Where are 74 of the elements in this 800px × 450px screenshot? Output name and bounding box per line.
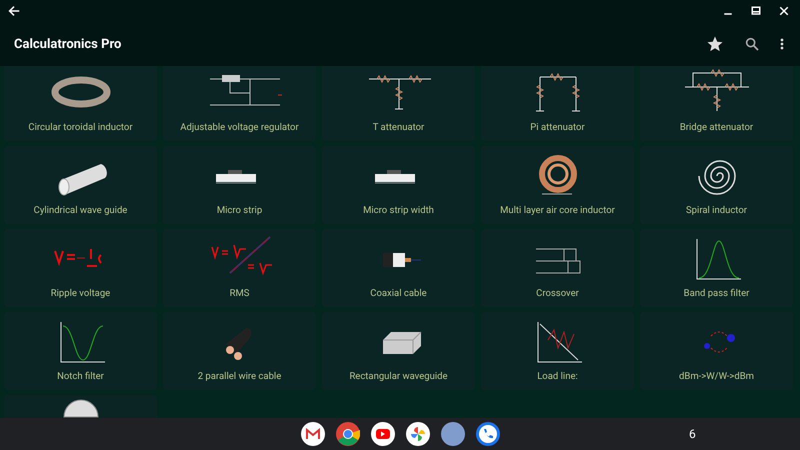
search-icon[interactable] (744, 36, 760, 52)
microstrip-drawing (374, 170, 415, 184)
calculator-tile[interactable]: dBm->W/W->dBm (640, 312, 793, 390)
app-title: Calculatronics Pro (14, 36, 122, 52)
conversion-arrows-drawing (704, 332, 734, 352)
tile-label: Multi layer air core inductor (500, 205, 615, 216)
calculator-tile[interactable]: Band pass filter (640, 229, 793, 307)
coil-drawing (538, 155, 576, 194)
calculator-tile[interactable]: Coaxial cable (322, 229, 475, 307)
play-icon[interactable] (370, 422, 394, 446)
calculator-tile[interactable]: Micro strip width (322, 146, 475, 224)
microstrip-drawing (215, 170, 256, 184)
formula-drawing (210, 236, 272, 276)
resistor-network-drawing (368, 74, 431, 110)
formula-drawing (54, 248, 102, 267)
tile-label: RMS (230, 288, 250, 299)
tile-label: Band pass filter (684, 288, 750, 299)
calculator-tile[interactable]: Spiral inductor (640, 146, 793, 224)
load-line-graph-drawing (537, 322, 582, 362)
calculator-tile[interactable]: Micro strip (163, 146, 316, 224)
calculator-tile[interactable]: Load line: (481, 312, 634, 390)
tile-label: Rectangular waveguide (349, 371, 448, 382)
twin-wire-cable-drawing (226, 328, 251, 360)
tile-label: Bridge attenuator (680, 122, 754, 133)
tile-label: Load line: (537, 371, 578, 382)
calculator-tile[interactable]: Crossover (481, 229, 634, 307)
calculator-tile[interactable]: Ripple voltage (4, 229, 157, 307)
star-icon[interactable] (706, 35, 724, 53)
calculator-tile[interactable]: T attenuator (322, 66, 475, 141)
calculator-tile[interactable]: Bridge attenuator (640, 66, 793, 141)
calculator-tile[interactable]: Adjustable voltage regulator (163, 66, 316, 141)
tile-label: 2 parallel wire cable (198, 371, 282, 382)
band-pass-curve-drawing (696, 238, 741, 280)
toroid-drawing (51, 76, 110, 108)
tile-label: Crossover (536, 288, 579, 299)
cylinder-drawing (58, 164, 106, 196)
notch-curve-drawing (60, 322, 105, 362)
tile-label: Spiral inductor (686, 205, 747, 216)
crossover-drawing (535, 248, 580, 274)
block-drawing (382, 332, 421, 354)
tile-label: Micro strip width (363, 205, 434, 216)
spiral-drawing (698, 160, 736, 195)
back-arrow-icon[interactable] (7, 4, 21, 18)
tile-label: dBm->W/W->dBm (679, 371, 754, 382)
close-icon[interactable] (778, 5, 790, 17)
tile-label: Coaxial cable (370, 288, 427, 299)
tile-label: Adjustable voltage regulator (180, 122, 299, 133)
calculator-tile[interactable]: 2 parallel wire cable (163, 312, 316, 390)
calculator-tile[interactable]: Pi attenuator (481, 66, 634, 141)
coax-cable-drawing (382, 253, 421, 267)
tile-label: Notch filter (57, 371, 104, 382)
calculator-tile[interactable]: Notch filter (4, 312, 157, 390)
tile-label: Pi attenuator (530, 122, 585, 133)
calculator-tile[interactable]: Multi layer air core inductor (481, 146, 634, 224)
more-menu-icon[interactable] (780, 37, 784, 51)
maximize-icon[interactable] (750, 5, 762, 17)
phone-icon[interactable] (476, 422, 500, 446)
tile-label: Ripple voltage (50, 288, 110, 299)
tile-label: Circular toroidal inductor (28, 122, 133, 133)
browser-icon[interactable] (336, 422, 360, 446)
app-circle-icon[interactable] (440, 422, 464, 446)
calculator-tile[interactable]: Cylindrical wave guide (4, 146, 157, 224)
resistor-network-drawing (684, 68, 749, 112)
resistor-network-drawing (535, 72, 580, 112)
dial-drawing (63, 400, 98, 418)
status-count: 6 (689, 427, 696, 441)
tile-label: Micro strip (216, 205, 262, 216)
calculator-tile[interactable]: Circular toroidal inductor (4, 66, 157, 141)
mail-icon[interactable] (300, 422, 324, 446)
pinwheel-icon[interactable] (406, 422, 430, 446)
tile-label: Cylindrical wave guide (34, 205, 128, 216)
calculator-tile[interactable]: RMS (163, 229, 316, 307)
calculator-tile[interactable]: Rectangular waveguide (322, 312, 475, 390)
tile-label: T attenuator (372, 122, 424, 133)
